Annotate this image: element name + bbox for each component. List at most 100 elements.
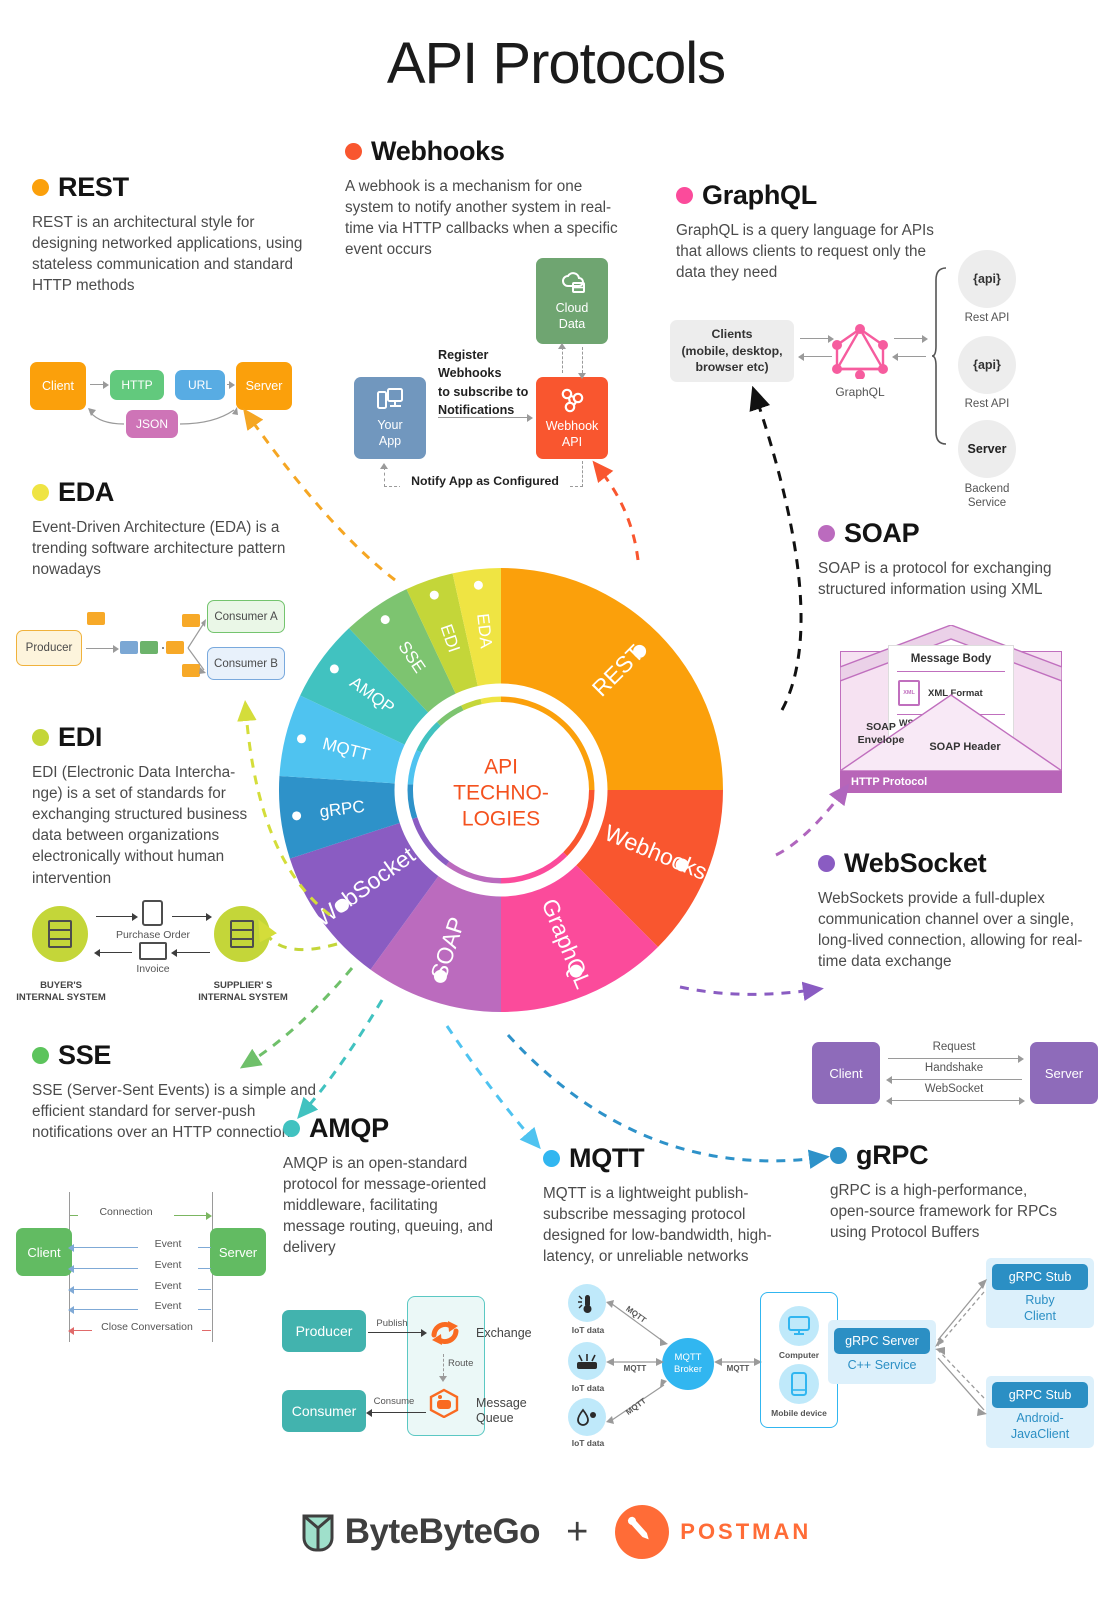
soap-http-protocol-bar: HTTP Protocol <box>840 771 1062 793</box>
websocket-request-label: Request <box>932 1041 976 1053</box>
graphql-api2-circle: {api} <box>958 336 1016 394</box>
soap-diagram: Message Body XML XML Format WSDL SOAP En… <box>840 625 1062 795</box>
graphql-logo-icon <box>832 324 888 379</box>
mqtt-heading: MQTT <box>543 1143 783 1174</box>
amqp-consumer-box: Consumer <box>282 1390 366 1432</box>
sse-diagram: Client Server Connection Event Event Eve… <box>14 1192 266 1342</box>
section-websocket: WebSocket WebSockets provide a full-dupl… <box>818 848 1098 972</box>
amqp-route-label: Route <box>448 1358 474 1369</box>
page-title: API Protocols <box>386 31 726 96</box>
wheel-marker-dot-icon <box>473 580 483 590</box>
webhooks-title: Webhooks <box>371 136 505 166</box>
wheel-svg: RESTWebhooksGraphQLSOAPWebSocketgRPCMQTT… <box>279 568 723 1012</box>
soap-envelope-label: SOAP Envelope <box>857 721 905 747</box>
amqp-title: AMQP <box>309 1113 389 1143</box>
wheel-label-eda: EDA <box>473 612 496 649</box>
amqp-message-queue-label: Message Queue <box>476 1396 527 1425</box>
graphql-server-circle: Server <box>958 420 1016 478</box>
grpc-dot-icon <box>830 1147 847 1164</box>
postman-wordmark: POSTMAN <box>680 1519 812 1544</box>
amqp-dot-icon <box>283 1120 300 1137</box>
sse-description: SSE (Server-Sent Events) is a simple and… <box>32 1082 316 1142</box>
postman-logo: POSTMAN <box>614 1504 811 1560</box>
graphql-brace-icon <box>932 267 947 445</box>
eda-description: Event-Driven Architecture (EDA) is a tre… <box>32 519 286 579</box>
rest-diagram: Client HTTP URL Server JSON <box>28 348 318 458</box>
api-technologies-wheel: REST Webhooks GraphQL SOAP WebSocket gRPC MQTT… <box>276 520 726 1065</box>
websocket-title: WebSocket <box>844 848 987 878</box>
message-queue-icon <box>429 1388 459 1418</box>
webhooks-dot-icon <box>345 143 362 160</box>
grpc-description: gRPC is a high-performance, open-source … <box>830 1182 1057 1242</box>
sse-close-label: Close Conversation <box>92 1321 202 1333</box>
bytebytego-mark-icon <box>302 1514 334 1552</box>
websocket-description: WebSockets provide a full-duplex communi… <box>818 890 1083 971</box>
sse-server-box: Server <box>210 1228 266 1276</box>
edi-title: EDI <box>58 722 103 752</box>
monitor-icon <box>788 1316 810 1335</box>
graphql-dot-icon <box>676 187 693 204</box>
graphql-api1-circle: {api} <box>958 250 1016 308</box>
websocket-dot-icon <box>818 855 835 872</box>
sse-client-box: Client <box>16 1228 72 1276</box>
grpc-links-icon <box>935 1279 987 1416</box>
graphql-api1-caption: Rest API <box>964 312 1010 324</box>
amqp-heading: AMQP <box>283 1113 498 1144</box>
rest-description: REST is an architectural style for desig… <box>32 214 303 295</box>
mobile-icon <box>791 1372 807 1396</box>
websocket-ws-label: WebSocket <box>924 1083 984 1095</box>
wheel-marker-dot-icon <box>380 615 390 625</box>
websocket-server-box: Server <box>1030 1042 1098 1104</box>
amqp-diagram: Producer Consumer Publish Exchange Route… <box>280 1296 532 1436</box>
sse-event-label: Event <box>138 1300 198 1312</box>
section-rest: REST REST is an architectural style for … <box>32 172 312 296</box>
footer-plus: + <box>566 1510 589 1553</box>
section-webhooks: Webhooks A webhook is a mechanism for on… <box>345 136 625 260</box>
websocket-diagram: Client Server Request Handshake WebSocke… <box>812 1036 1102 1114</box>
edi-desc-line: exchanging structured business <box>32 806 248 824</box>
amqp-consume-label: Consume <box>373 1396 415 1407</box>
soap-header-label: SOAP Header <box>929 741 1001 753</box>
edi-desc-line: intervention <box>32 869 112 887</box>
section-eda: EDA Event-Driven Architecture (EDA) is a… <box>32 477 312 580</box>
edi-desc-line: data between organizations <box>32 827 220 845</box>
footer: ByteByteGo + POSTMAN <box>0 1504 1112 1560</box>
websocket-heading: WebSocket <box>818 848 1098 879</box>
edi-buyer-caption: BUYER'S INTERNAL SYSTEM <box>16 980 106 1003</box>
rest-heading: REST <box>32 172 312 203</box>
amqp-description: AMQP is an open-standard protocol for me… <box>283 1155 494 1257</box>
edi-invoice-label: Invoice <box>136 963 170 975</box>
eda-title: EDA <box>58 477 115 507</box>
wheel-marker-dot-icon <box>292 811 302 821</box>
purchase-order-icon <box>142 900 163 926</box>
amqp-publish-label: Publish <box>376 1318 408 1329</box>
sse-dot-icon <box>32 1047 49 1064</box>
rest-dot-icon <box>32 179 49 196</box>
wheel-center-line: LOGIES <box>462 808 540 831</box>
webhooks-diagram: Cloud Data Your App Webhook API Register… <box>350 255 620 505</box>
websocket-client-box: Client <box>812 1042 880 1104</box>
wheel-marker-dot-icon <box>429 590 439 600</box>
sse-event-label: Event <box>138 1259 198 1271</box>
rest-title: REST <box>58 172 129 202</box>
amqp-producer-box: Producer <box>282 1310 366 1352</box>
edi-dot-icon <box>32 729 49 746</box>
edi-desc-line: electronically without human <box>32 848 225 866</box>
edi-desc-line: EDI (Electronic Data Intercha- <box>32 764 236 781</box>
eda-heading: EDA <box>32 477 312 508</box>
graphql-diagram: Clients (mobile, desktop, browser etc) G… <box>670 238 1100 509</box>
bytebytego-wordmark: ByteByteGo <box>344 1512 541 1551</box>
wheel-marker-dot-icon <box>329 664 339 674</box>
grpc-title: gRPC <box>856 1140 929 1170</box>
webhooks-your-app-box: Your App <box>354 377 426 459</box>
mqtt-edge-label: MQTT <box>726 1364 750 1373</box>
mqtt-dot-icon <box>543 1150 560 1167</box>
postman-mark-icon <box>615 1505 670 1559</box>
soap-dot-icon <box>818 525 835 542</box>
mqtt-diagram: IoT data IoT data IoT data MQTT Broker M… <box>560 1280 838 1448</box>
edi-purchase-order-label: Purchase Order <box>115 929 191 941</box>
section-amqp: AMQP AMQP is an open-standard protocol f… <box>283 1113 498 1259</box>
edi-desc-line: nge) is a set of standards for <box>32 785 226 803</box>
webhooks-register-label: Register Webhooks to subscribe to Notifi… <box>438 348 529 417</box>
cloud-database-icon <box>561 272 585 294</box>
